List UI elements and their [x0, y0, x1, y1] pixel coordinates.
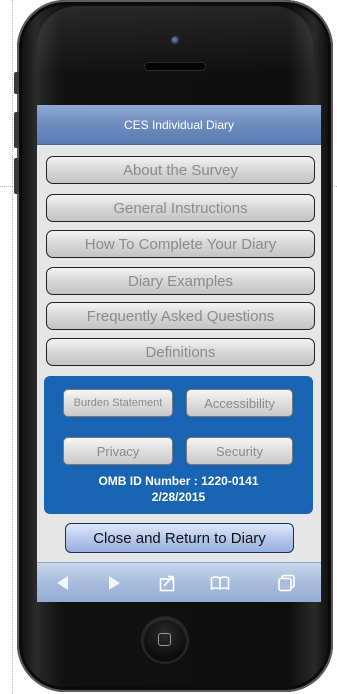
- faq-button[interactable]: Frequently Asked Questions: [46, 302, 315, 330]
- home-button[interactable]: [143, 618, 187, 662]
- about-survey-button[interactable]: About the Survey: [46, 156, 315, 184]
- back-arrow-icon[interactable]: [53, 573, 73, 593]
- how-to-complete-button[interactable]: How To Complete Your Diary: [46, 230, 315, 258]
- volume-down-button: [14, 158, 19, 194]
- privacy-button[interactable]: Privacy: [63, 437, 173, 465]
- bookmarks-icon[interactable]: [210, 573, 230, 593]
- phone-screen: CES Individual Diary About the Survey Ge…: [37, 105, 321, 602]
- omb-date: 2/28/2015: [151, 490, 206, 504]
- tabs-icon[interactable]: [277, 573, 297, 593]
- accessibility-button[interactable]: Accessibility: [186, 389, 293, 417]
- volume-up-button: [14, 112, 19, 148]
- omb-id-number: OMB ID Number : 1220-0141: [98, 474, 259, 488]
- page-title: CES Individual Diary: [123, 117, 235, 132]
- share-icon[interactable]: [158, 573, 178, 593]
- front-camera-icon: [171, 36, 180, 45]
- earpiece-speaker: [145, 63, 205, 70]
- browser-toolbar: [37, 562, 321, 602]
- close-return-button[interactable]: Close and Return to Diary: [65, 523, 294, 553]
- title-bar: CES Individual Diary: [37, 105, 321, 145]
- diary-examples-button[interactable]: Diary Examples: [46, 267, 315, 295]
- info-panel: Burden Statement Accessibility Privacy S…: [44, 376, 313, 514]
- security-button[interactable]: Security: [186, 437, 293, 465]
- silent-switch: [14, 72, 19, 94]
- burden-statement-button[interactable]: Burden Statement: [63, 389, 173, 417]
- definitions-button[interactable]: Definitions: [46, 338, 315, 366]
- forward-arrow-icon[interactable]: [104, 573, 124, 593]
- home-square-icon: [158, 633, 171, 646]
- general-instructions-button[interactable]: General Instructions: [46, 194, 315, 222]
- guide-line-vertical: [12, 0, 13, 694]
